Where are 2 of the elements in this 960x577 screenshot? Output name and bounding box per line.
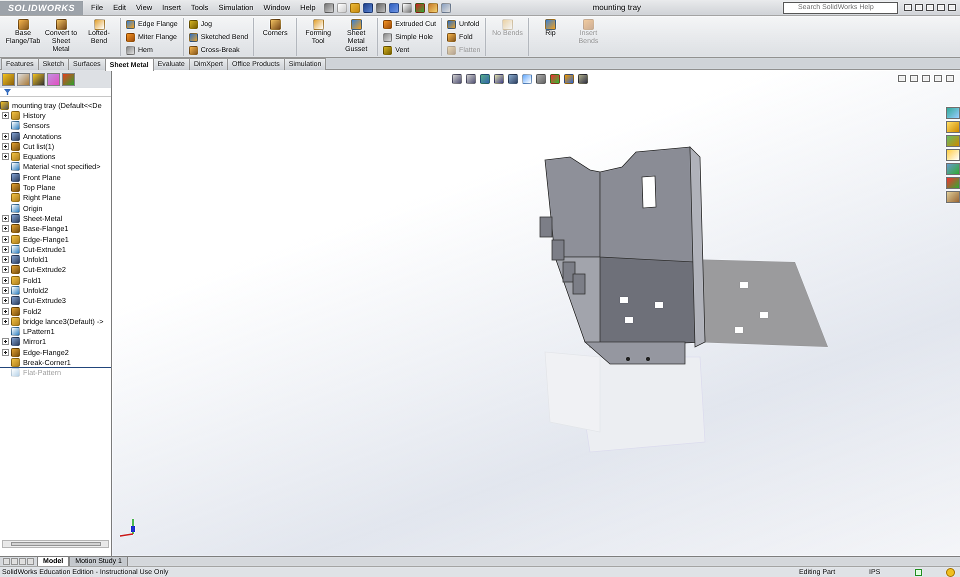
app-logo: SOLIDWORKS <box>0 0 83 14</box>
window-title: mounting tray <box>592 3 642 12</box>
